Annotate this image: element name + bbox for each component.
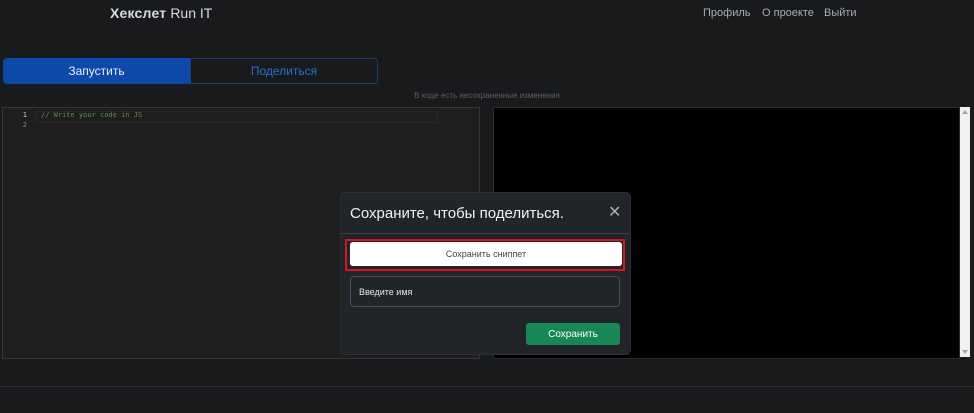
run-button[interactable]: Запустить — [3, 58, 190, 84]
logo-product: Run IT — [170, 5, 213, 21]
scroll-down-arrow-icon[interactable] — [962, 350, 968, 354]
logo-brand: Хекслет — [110, 5, 167, 21]
line-number: 1 — [22, 111, 27, 119]
nav-logout-link[interactable]: Выйти — [824, 7, 857, 19]
unsaved-changes-notice: В коде есть несохраненные изменения — [414, 91, 560, 100]
code-comment[interactable]: // Write your code in JS — [41, 111, 142, 119]
modal-title: Сохраните, чтобы поделиться. — [350, 205, 564, 222]
close-icon[interactable]: ✕ — [608, 204, 621, 222]
page-scrollbar[interactable] — [960, 107, 970, 357]
nav-about-link[interactable]: О проекте — [762, 7, 814, 19]
share-modal: Сохраните, чтобы поделиться. ✕ Сохранить… — [341, 193, 630, 354]
modal-divider — [341, 233, 630, 234]
top-header: Хекслет Run IT Профиль О проекте Выйти — [0, 0, 974, 30]
snippet-name-input[interactable] — [350, 276, 620, 307]
scroll-up-arrow-icon[interactable] — [962, 110, 968, 114]
share-button[interactable]: Поделиться — [190, 58, 378, 84]
line-number-gutter: 1 2 — [3, 108, 35, 358]
nav-profile-link[interactable]: Профиль — [703, 7, 751, 19]
save-snippet-button[interactable]: Сохранить сниппет — [350, 242, 622, 266]
footer-divider — [0, 386, 974, 387]
logo[interactable]: Хекслет Run IT — [110, 5, 212, 21]
line-number: 2 — [22, 121, 27, 129]
save-button[interactable]: Сохранить — [526, 323, 620, 345]
